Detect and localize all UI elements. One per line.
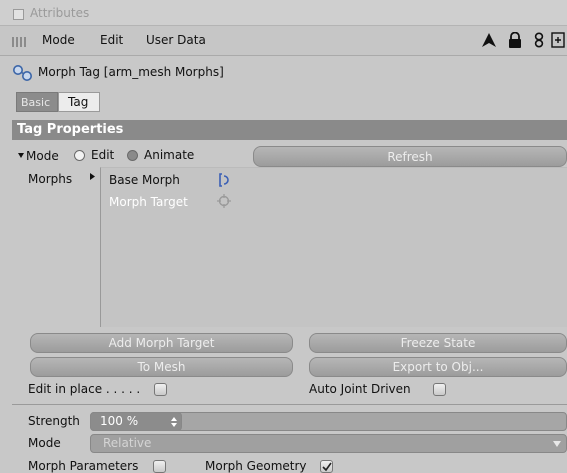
auto-joint-driven-label: Auto Joint Driven: [309, 382, 411, 396]
morph-geometry-checkbox[interactable]: [320, 460, 333, 473]
menu-user-data[interactable]: User Data: [146, 33, 206, 47]
mode-dropdown[interactable]: Relative: [90, 434, 567, 453]
link-icon[interactable]: [534, 32, 544, 48]
strength-label: Strength: [28, 414, 80, 428]
lock-icon[interactable]: [508, 32, 522, 49]
mode-label-2: Mode: [28, 436, 61, 450]
morph-geometry-label: Morph Geometry: [205, 459, 307, 473]
new-panel-icon[interactable]: [551, 32, 565, 48]
expand-arrow-icon[interactable]: [89, 172, 96, 181]
export-to-obj-button[interactable]: Export to Obj...: [309, 357, 567, 377]
edit-in-place-checkbox[interactable]: [154, 383, 167, 396]
auto-joint-driven-checkbox[interactable]: [433, 383, 446, 396]
collapse-arrow-icon[interactable]: [17, 151, 25, 159]
morph-parameters-label: Morph Parameters: [28, 459, 139, 473]
strength-value: 100 %: [100, 414, 139, 428]
morph-tag-icon: [13, 65, 32, 81]
mode-dropdown-value: Relative: [103, 436, 152, 450]
menu-bar: Mode Edit User Data: [0, 26, 567, 56]
to-mesh-button[interactable]: To Mesh: [30, 357, 293, 377]
bracket-icon[interactable]: [217, 172, 233, 188]
morph-item-target[interactable]: Morph Target: [109, 195, 188, 209]
window-checkbox[interactable]: [13, 9, 24, 20]
object-header: Morph Tag [arm_mesh Morphs]: [0, 56, 567, 90]
tab-basic[interactable]: Basic: [16, 92, 58, 112]
title-bar: Attributes: [0, 0, 567, 26]
morph-item-base[interactable]: Base Morph: [109, 173, 180, 187]
morph-parameters-checkbox[interactable]: [153, 460, 166, 473]
mode-edit-label: Edit: [91, 148, 115, 162]
morphs-label: Morphs: [28, 172, 73, 186]
menu-edit[interactable]: Edit: [100, 33, 123, 47]
freeze-state-button[interactable]: Freeze State: [309, 333, 567, 353]
morph-list: Base Morph Morph Target: [100, 167, 567, 327]
object-name: Morph Tag [arm_mesh Morphs]: [38, 65, 224, 79]
target-icon[interactable]: [217, 194, 231, 208]
section-header: Tag Properties: [12, 120, 567, 140]
refresh-button[interactable]: Refresh: [253, 146, 567, 167]
tab-tag[interactable]: Tag: [58, 92, 100, 112]
divider: [12, 404, 567, 405]
mode-label: Mode: [26, 149, 59, 163]
mode-animate-radio[interactable]: [127, 150, 138, 161]
window-title: Attributes: [30, 6, 90, 20]
add-morph-target-button[interactable]: Add Morph Target: [30, 333, 293, 353]
stepper-icon[interactable]: [171, 417, 177, 427]
checkmark-icon: [322, 462, 332, 472]
mode-animate-label: Animate: [144, 148, 195, 162]
strength-field[interactable]: 100 %: [90, 412, 182, 431]
grip-icon[interactable]: [12, 37, 26, 47]
edit-in-place-label: Edit in place . . . . .: [28, 382, 141, 396]
menu-mode[interactable]: Mode: [42, 33, 75, 47]
mode-edit-radio[interactable]: [74, 150, 85, 161]
chevron-down-icon[interactable]: [553, 441, 561, 447]
cursor-arrow-icon[interactable]: [481, 32, 497, 48]
